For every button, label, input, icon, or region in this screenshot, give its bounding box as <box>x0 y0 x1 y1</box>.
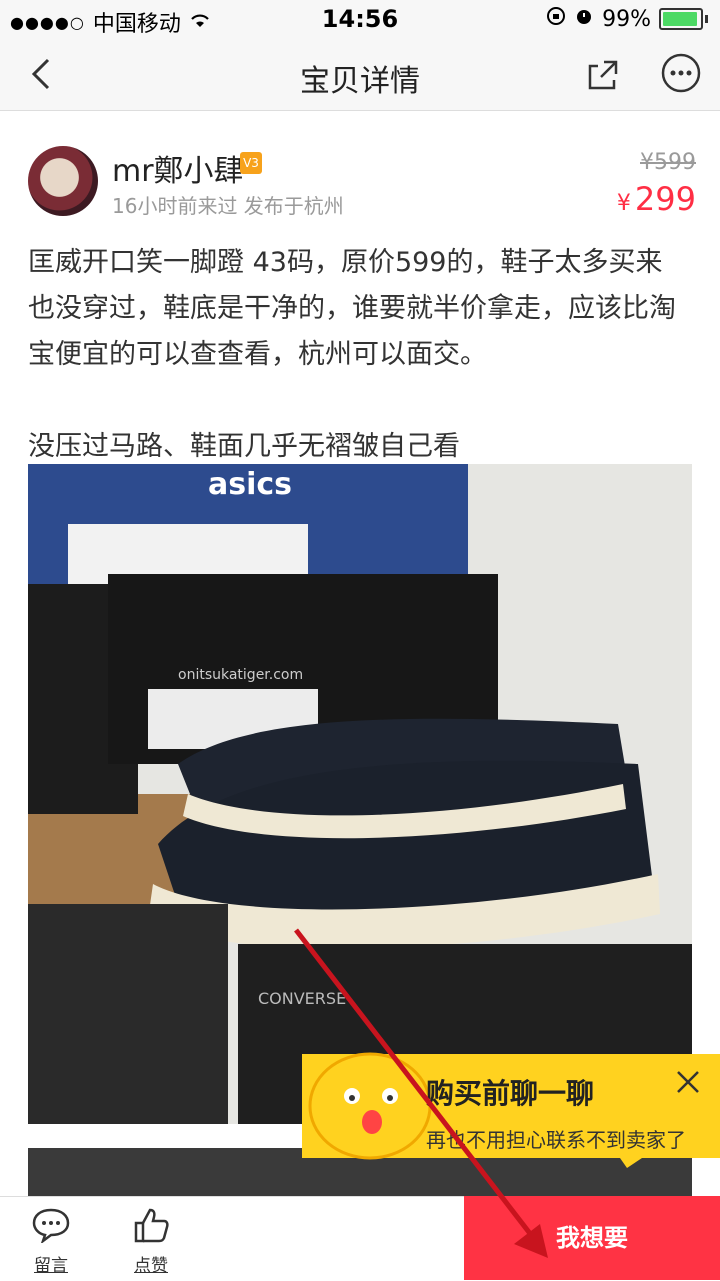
item-description: 匡威开口笑一脚蹬 43码，原价599的，鞋子太多买来也没穿过，鞋底是干净的，谁要… <box>28 240 688 470</box>
seller-avatar[interactable] <box>28 146 98 216</box>
seller-level-badge: V3 <box>240 152 262 174</box>
comment-label: 留言 <box>34 1256 68 1276</box>
converse-label: CONVERSE <box>258 989 346 1008</box>
seller-name[interactable]: mr鄭小肆 <box>112 146 244 190</box>
asics-logo: asics <box>208 467 292 502</box>
share-icon[interactable] <box>584 54 624 94</box>
comment-button[interactable]: 留言 <box>16 1207 86 1276</box>
battery-label: 99% <box>602 6 651 32</box>
onitsuka-label: onitsukatiger.com <box>178 667 303 683</box>
status-bar: ●●●●○ 中国移动 14:56 99% <box>0 0 720 38</box>
promo-title: 购买前聊一聊 <box>426 1077 595 1110</box>
comment-icon <box>32 1208 70 1245</box>
promo-subtitle: 再也不用担心联系不到卖家了 <box>426 1128 686 1152</box>
current-price: ¥299 <box>617 180 696 218</box>
product-photo[interactable]: asics onitsukatiger.com CONVERSE <box>28 464 692 1124</box>
like-label: 点赞 <box>134 1256 168 1276</box>
seller-meta: 16小时前来过 发布于杭州 <box>112 194 344 218</box>
thumbs-up-icon <box>134 1208 169 1243</box>
description-paragraph: 匡威开口笑一脚蹬 43码，原价599的，鞋子太多买来也没穿过，鞋底是干净的，谁要… <box>28 247 676 370</box>
rotation-lock-icon <box>546 6 566 32</box>
alarm-icon <box>574 6 594 32</box>
currency-symbol: ¥ <box>616 191 631 216</box>
current-price-value: 299 <box>634 180 696 218</box>
more-icon[interactable] <box>660 52 702 94</box>
battery-icon <box>659 8 703 30</box>
want-button[interactable]: 我想要 <box>464 1196 720 1280</box>
like-button[interactable]: 点赞 <box>116 1207 186 1276</box>
close-icon[interactable] <box>672 1066 704 1098</box>
original-price: ¥599 <box>640 150 696 175</box>
nav-bar: 宝贝详情 <box>0 38 720 111</box>
